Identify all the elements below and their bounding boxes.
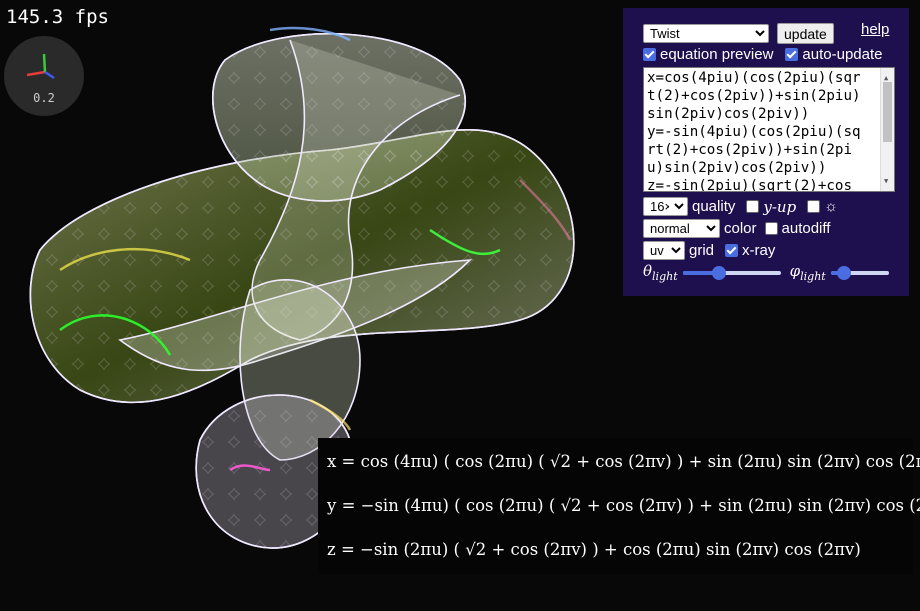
help-link[interactable]: help: [861, 21, 889, 38]
quality-select[interactable]: 16×: [643, 197, 688, 216]
phi-light-slider[interactable]: [830, 265, 889, 280]
equation-textarea[interactable]: x=cos(4piu)(cos(2piu)(sqr t(2)+cos(2piv)…: [643, 67, 895, 192]
code-line: u)sin(2piv)cos(2piv)): [647, 160, 827, 176]
gizmo-value: 0.2: [33, 91, 55, 105]
equation-z: z = −sin (2πu) ( √2 + cos (2πv) ) + cos …: [327, 540, 861, 559]
code-line: y=-sin(4piu)(cos(2piu)(sq: [647, 124, 861, 140]
code-line: rt(2)+cos(2piv))+sin(2pi: [647, 142, 852, 158]
xray-checkbox[interactable]: [725, 244, 739, 257]
equation-preview-checkbox[interactable]: [643, 48, 656, 61]
fps-counter: 145.3 fps: [6, 6, 109, 28]
slider-knob[interactable]: [837, 265, 852, 280]
slider-knob[interactable]: [711, 265, 726, 280]
theta-light-slider[interactable]: [682, 265, 781, 280]
theta-light-label: θlight: [643, 262, 678, 283]
equation-preview: x = cos (4πu) ( cos (2πu) ( √2 + cos (2π…: [318, 438, 920, 574]
color-label: color: [724, 220, 757, 237]
scroll-down-icon[interactable]: ▼: [884, 172, 888, 190]
code-line: x=cos(4piu)(cos(2piu)(sqr: [647, 70, 861, 86]
auto-update-checkbox[interactable]: [785, 48, 799, 61]
autodiff-checkbox[interactable]: [764, 222, 778, 235]
scroll-thumb[interactable]: [883, 82, 892, 142]
equation-x: x = cos (4πu) ( cos (2πu) ( √2 + cos (2π…: [327, 452, 920, 471]
phi-light-label: φlight: [789, 262, 826, 283]
equation-y: y = −sin (4πu) ( cos (2πu) ( √2 + cos (2…: [327, 496, 920, 515]
code-line: t(2)+cos(2piv))+sin(2piu): [647, 88, 861, 104]
xray-label: x-ray: [742, 242, 776, 259]
code-line: z=-sin(2piu)(sqrt(2)+cos: [647, 178, 852, 192]
color-select[interactable]: normal: [643, 219, 720, 238]
auto-update-label: auto-update: [802, 46, 883, 63]
axis-gizmo[interactable]: 0.2: [4, 36, 84, 116]
autodiff-label: autodiff: [781, 220, 831, 237]
control-panel: Twist update help equation preview auto-…: [623, 8, 909, 296]
grid-select[interactable]: uv: [643, 241, 685, 260]
textarea-scrollbar[interactable]: ▲ ▼: [880, 68, 894, 191]
surface-select[interactable]: Twist: [643, 24, 769, 43]
light-checkbox[interactable]: [807, 200, 821, 213]
light-icon: ☼: [824, 198, 838, 215]
equation-preview-label: equation preview: [660, 46, 774, 63]
y-up-checkbox[interactable]: [746, 200, 760, 213]
grid-label: grid: [689, 242, 715, 259]
y-up-label: y-up: [763, 197, 797, 216]
quality-label: quality: [692, 198, 736, 215]
update-button[interactable]: update: [777, 23, 834, 44]
code-line: sin(2piv)cos(2piv)): [647, 106, 810, 122]
